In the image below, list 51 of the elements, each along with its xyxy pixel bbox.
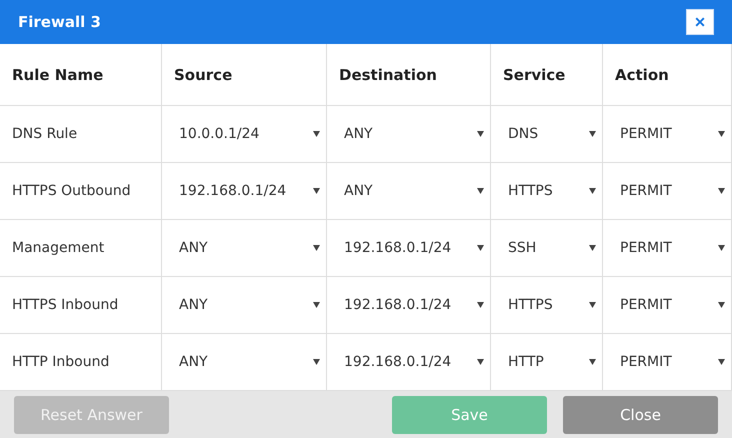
caret-icon (589, 245, 596, 251)
dropdown[interactable]: PERMIT (617, 174, 725, 208)
caret-icon (589, 188, 596, 194)
rule-name-cell: DNS Rule (0, 106, 162, 163)
column-header: Rule Name (0, 44, 162, 106)
dropdown[interactable]: HTTPS (505, 288, 596, 322)
caret-icon (589, 359, 596, 365)
column-header: Source (162, 44, 327, 106)
caret-icon (589, 131, 596, 137)
dropdown[interactable]: PERMIT (617, 288, 725, 322)
caret-icon (313, 359, 320, 365)
caret-icon (477, 302, 484, 308)
column-header: Destination (327, 44, 491, 106)
dropdown[interactable]: 192.168.0.1/24 (341, 231, 484, 265)
rule-name-cell: HTTPS Inbound (0, 277, 162, 334)
caret-icon (718, 359, 725, 365)
dropdown[interactable]: PERMIT (617, 345, 725, 379)
caret-icon (313, 188, 320, 194)
caret-icon (313, 131, 320, 137)
caret-icon (718, 131, 725, 137)
dropdown[interactable]: 192.168.0.1/24 (341, 345, 484, 379)
dropdown[interactable]: ANY (341, 174, 484, 208)
dropdown[interactable]: 10.0.0.1/24 (176, 117, 320, 151)
rule-name-cell: Management (0, 220, 162, 277)
caret-icon (589, 302, 596, 308)
dropdown[interactable]: 192.168.0.1/24 (341, 288, 484, 322)
caret-icon (477, 188, 484, 194)
caret-icon (313, 302, 320, 308)
close-button[interactable]: × (686, 9, 714, 35)
dropdown[interactable]: DNS (505, 117, 596, 151)
caret-icon (718, 245, 725, 251)
caret-icon (477, 359, 484, 365)
rule-name-cell: HTTPS Outbound (0, 163, 162, 220)
dropdown[interactable]: PERMIT (617, 117, 725, 151)
dropdown[interactable]: ANY (341, 117, 484, 151)
dropdown[interactable]: PERMIT (617, 231, 725, 265)
dropdown[interactable]: SSH (505, 231, 596, 265)
caret-icon (477, 131, 484, 137)
caret-icon (718, 188, 725, 194)
caret-icon (477, 245, 484, 251)
dropdown[interactable]: HTTP (505, 345, 596, 379)
dropdown[interactable]: 192.168.0.1/24 (176, 174, 320, 208)
dropdown[interactable]: ANY (176, 231, 320, 265)
column-header: Service (491, 44, 603, 106)
caret-icon (718, 302, 725, 308)
column-header: Action (603, 44, 732, 106)
dropdown[interactable]: ANY (176, 288, 320, 322)
window-title: Firewall 3 (18, 13, 101, 31)
dropdown[interactable]: ANY (176, 345, 320, 379)
caret-icon (313, 245, 320, 251)
dropdown[interactable]: HTTPS (505, 174, 596, 208)
